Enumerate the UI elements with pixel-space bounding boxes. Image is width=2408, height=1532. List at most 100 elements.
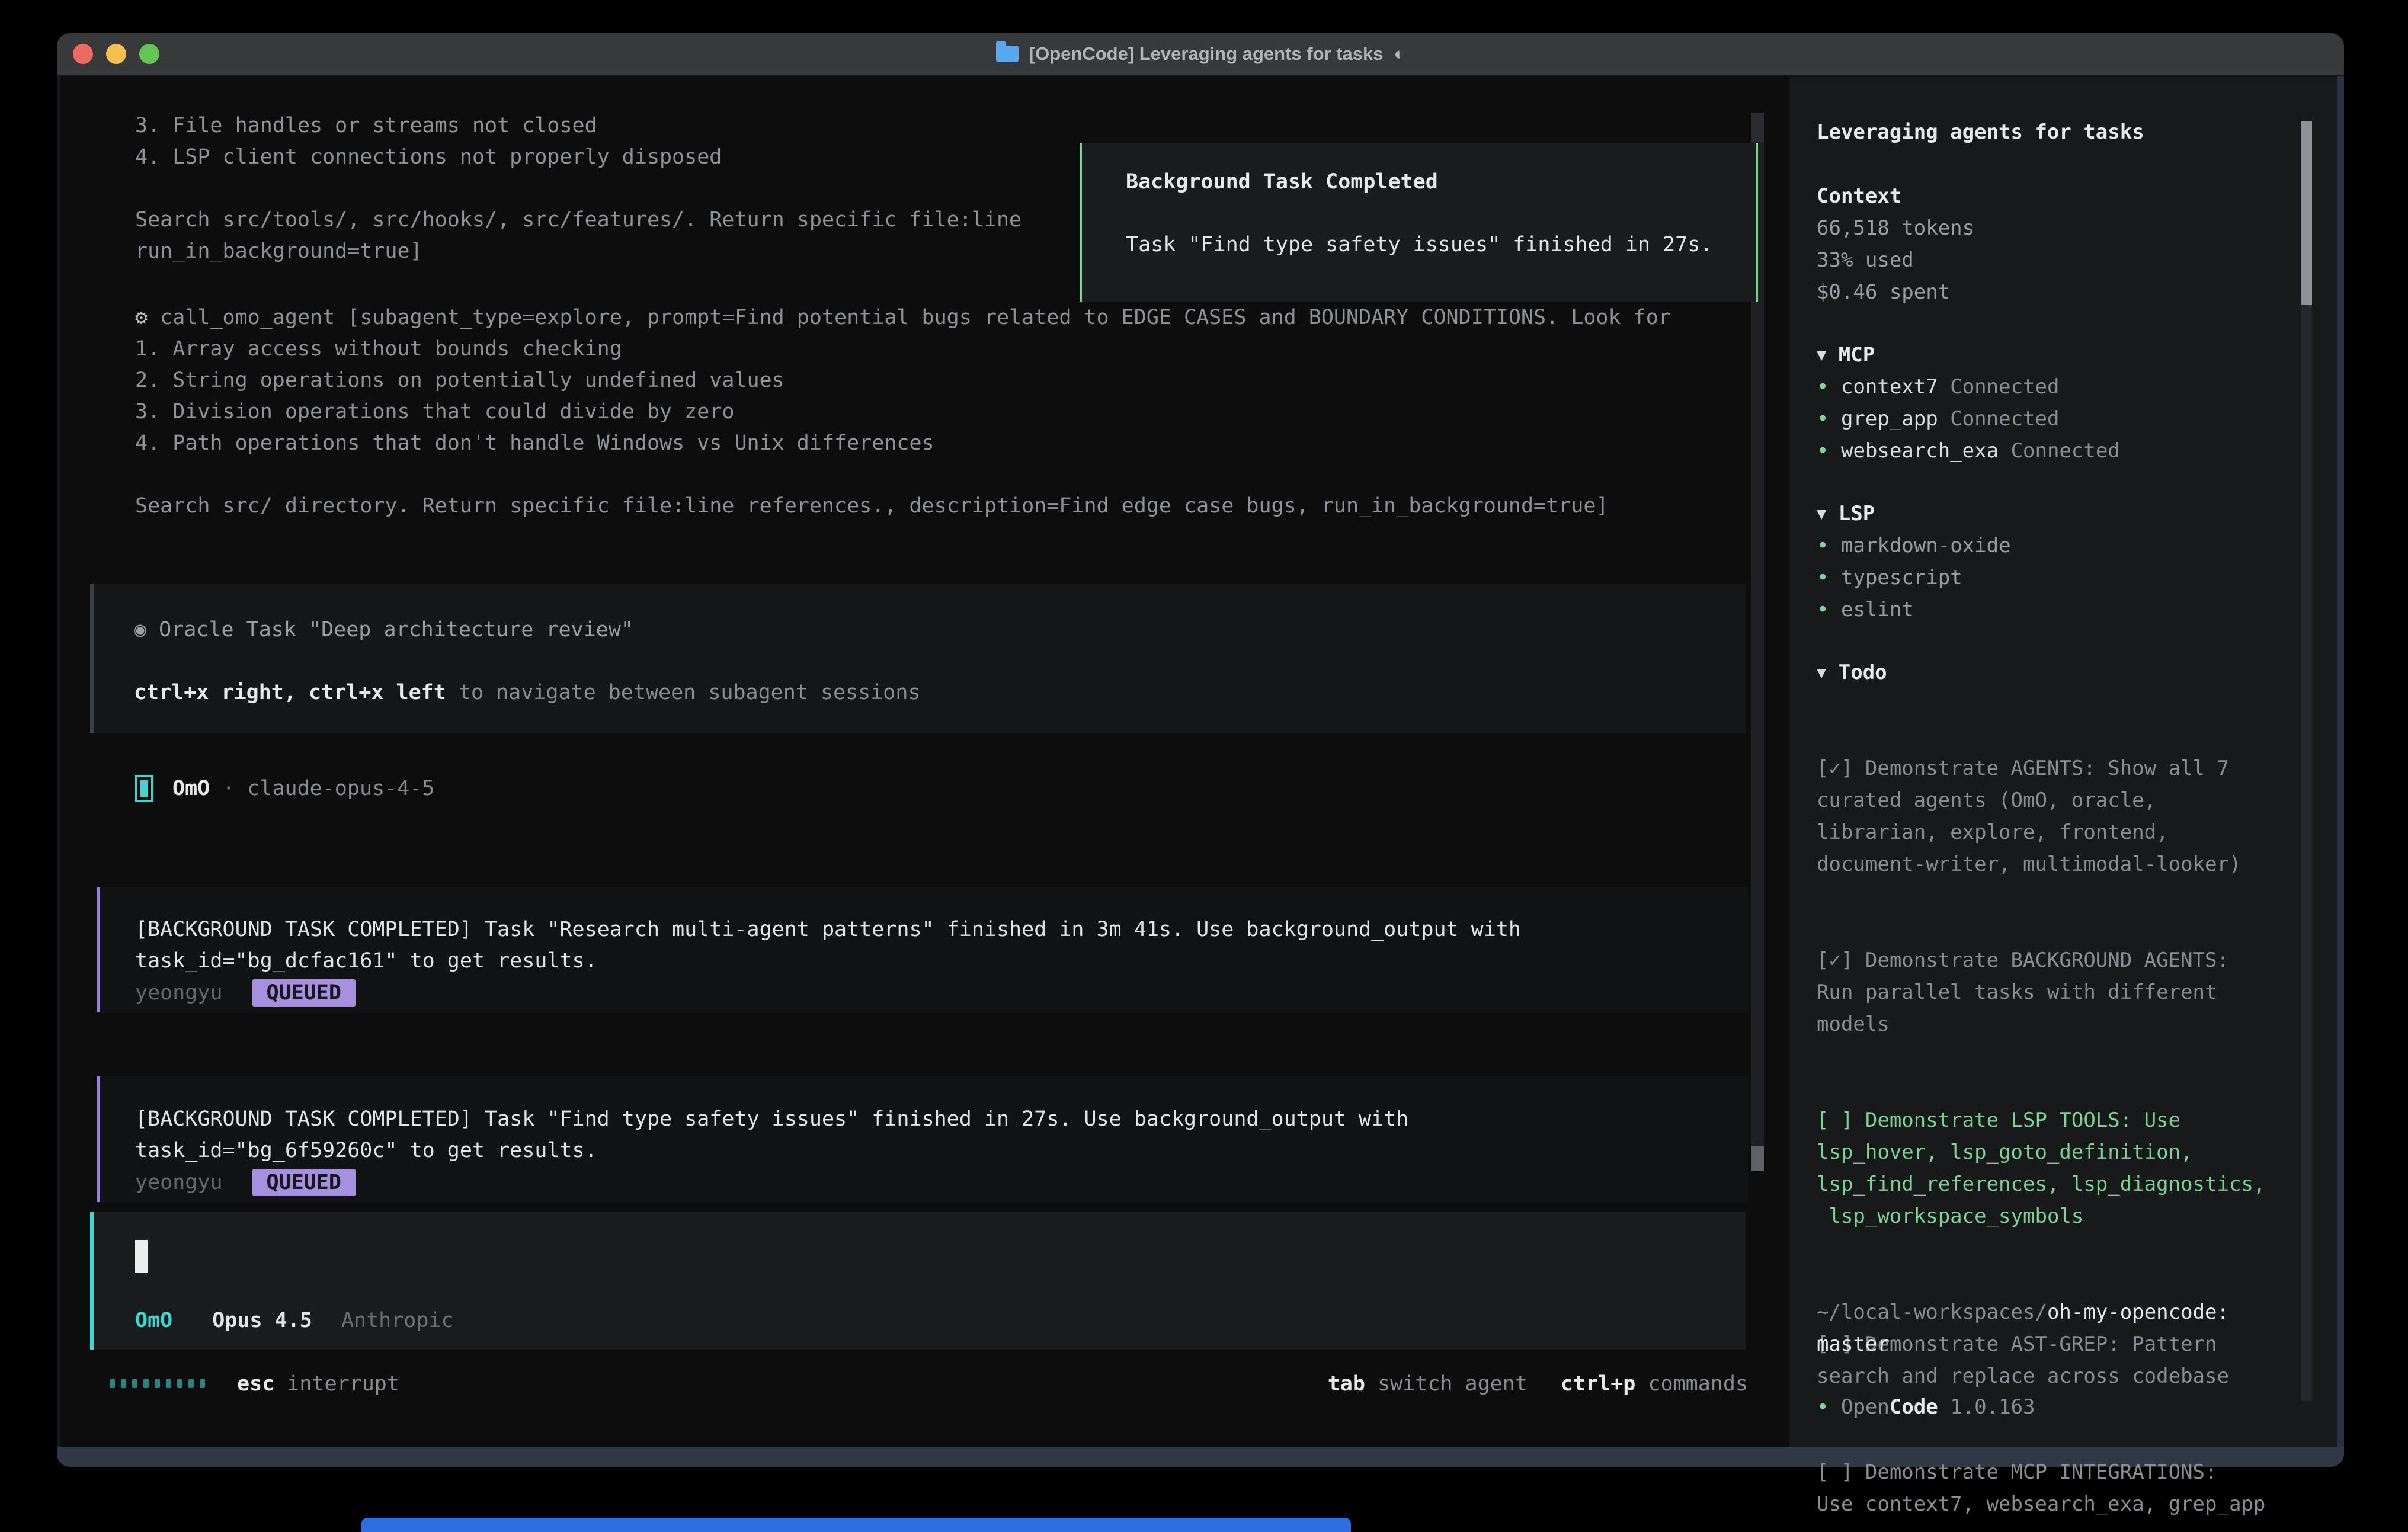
prompt-input[interactable]: OmO Opus 4.5 Anthropic <box>90 1212 1746 1350</box>
lsp-section-header[interactable]: ▼ LSP <box>1817 498 1875 531</box>
tool-call-line: 3. Division operations that could divide… <box>135 396 1671 428</box>
mcp-item: • context7 Connected <box>1817 371 2059 403</box>
composer-agent: OmO <box>135 1309 172 1332</box>
chevron-down-icon: ▼ <box>1817 339 1826 371</box>
tool-call-line: 1. Array access without bounds checking <box>135 334 1671 365</box>
background-task-toast[interactable]: Background Task Completed Task "Find typ… <box>1080 143 1758 302</box>
status-dot-icon: • <box>1817 534 1829 557</box>
status-dot-icon: • <box>1817 407 1829 431</box>
window-title-text: [OpenCode] Leveraging agents for tasks <box>1029 43 1384 65</box>
tool-call-header-text: call_omo_agent [subagent_type=explore, p… <box>160 306 1671 329</box>
radio-icon: ◉ <box>134 618 146 642</box>
hint-interrupt: esc interrupt <box>237 1372 399 1396</box>
context-used: 33% used <box>1817 244 1914 276</box>
composer-model: Opus 4.5 <box>212 1309 312 1332</box>
sidebar-scrollbar-thumb[interactable] <box>2301 121 2312 305</box>
lsp-item: • typescript <box>1817 562 1962 594</box>
close-button[interactable] <box>73 44 93 64</box>
agent-name: OmO <box>172 777 210 800</box>
workspace-path: ~/local-workspaces/oh-my-opencode: <box>1817 1296 2229 1328</box>
background-task-message: [BACKGROUND TASK COMPLETED] Task "Resear… <box>97 887 1748 1012</box>
agent-square-icon <box>135 775 153 802</box>
hint-commands: ctrl+p commands <box>1561 1372 1748 1396</box>
chat-scrollbar-thumb[interactable] <box>1751 1146 1764 1171</box>
tool-call-line: 4. Path operations that don't handle Win… <box>135 428 1671 459</box>
chevron-down-icon: ▼ <box>1817 498 1826 530</box>
session-sidebar: Leveraging agents for tasks Context 66,5… <box>1789 77 2337 1447</box>
traffic-lights <box>73 44 159 64</box>
status-dot-icon: • <box>1817 1395 1829 1419</box>
desktop: [OpenCode] Leveraging agents for tasks ◐… <box>0 0 2408 1532</box>
tool-call-block: ⚙ call_omo_agent [subagent_type=explore,… <box>135 302 1671 522</box>
composer-status-row: OmO Opus 4.5 Anthropic <box>135 1305 454 1337</box>
app-version-row: • OpenCode 1.0.163 <box>1817 1391 2035 1423</box>
mcp-section-header[interactable]: ▼ MCP <box>1817 339 1875 373</box>
chat-scrollbar-top-cap <box>1751 113 1764 142</box>
transcript-line: 3. File handles or streams not closed <box>135 110 1022 142</box>
session-state-icon: ◐ <box>1394 43 1405 65</box>
workspace-branch: master <box>1817 1328 1890 1360</box>
background-task-message: [BACKGROUND TASK COMPLETED] Task "Find t… <box>97 1076 1748 1202</box>
mcp-item: • websearch_exa Connected <box>1817 435 2120 467</box>
todo-item-pending: [ ] Demonstrate AST-GREP: Pattern search… <box>1817 1328 2326 1392</box>
separator-dot: · <box>222 777 235 800</box>
status-badge: QUEUED <box>252 1169 356 1196</box>
sidebar-scrollbar[interactable] <box>2301 121 2312 1401</box>
app-version: 1.0.163 <box>1950 1395 2035 1419</box>
tool-call-header: ⚙ call_omo_agent [subagent_type=explore,… <box>135 302 1671 334</box>
agent-model: claude-opus-4-5 <box>247 777 434 800</box>
todo-item-done: [✓] Demonstrate AGENTS: Show all 7 curat… <box>1817 752 2326 880</box>
oracle-task-title: ◉ Oracle Task "Deep architecture review" <box>134 614 1746 646</box>
window-frame-left <box>57 76 60 1447</box>
message-author: yeongyu <box>135 981 223 1005</box>
dock-window-strip[interactable] <box>361 1518 1351 1532</box>
transcript-line: Search src/tools/, src/hooks/, src/featu… <box>135 204 1022 236</box>
session-title: Leveraging agents for tasks <box>1817 116 2144 148</box>
transcript-line: run_in_background=true] <box>135 236 1022 267</box>
tool-call-line: Search src/ directory. Return specific f… <box>135 491 1671 522</box>
activity-dots <box>110 1379 205 1388</box>
status-bar: esc interrupt tab switch agent ctrl+p co… <box>110 1368 1748 1399</box>
transcript-scrollback: 3. File handles or streams not closed 4.… <box>135 110 1022 267</box>
status-dot-icon: • <box>1817 375 1829 399</box>
context-heading: Context <box>1817 180 1901 212</box>
message-author: yeongyu <box>135 1171 223 1194</box>
message-text: [BACKGROUND TASK COMPLETED] Task "Resear… <box>135 914 1748 946</box>
message-text: task_id="bg_6f59260c" to get results. <box>135 1135 1748 1166</box>
todo-item-done: [✓] Demonstrate BACKGROUND AGENTS: Run p… <box>1817 944 2326 1040</box>
hint-text: to navigate between subagent sessions <box>446 681 921 704</box>
oracle-task-panel: ◉ Oracle Task "Deep architecture review"… <box>90 584 1746 733</box>
hint-switch-agent: tab switch agent <box>1328 1372 1528 1396</box>
todo-item-active: [ ] Demonstrate LSP TOOLS: Use lsp_hover… <box>1817 1104 2326 1232</box>
lsp-item: • eslint <box>1817 594 1914 626</box>
folder-icon <box>996 46 1019 62</box>
status-dot-icon: • <box>1817 598 1829 621</box>
context-tokens: 66,518 tokens <box>1817 212 1974 244</box>
composer-provider: Anthropic <box>341 1309 454 1332</box>
hint-keys: ctrl+x right, ctrl+x left <box>134 681 446 704</box>
chevron-down-icon: ▼ <box>1817 657 1826 689</box>
tool-call-line: 2. String operations on potentially unde… <box>135 365 1671 396</box>
text-cursor <box>135 1240 148 1273</box>
tool-call-line <box>135 459 1671 491</box>
toast-title: Background Task Completed <box>1126 166 1756 198</box>
window-title: [OpenCode] Leveraging agents for tasks ◐ <box>57 43 2344 65</box>
zoom-button[interactable] <box>139 44 159 64</box>
gear-icon: ⚙ <box>135 306 148 329</box>
window-frame-right <box>2337 76 2344 1447</box>
todo-item-pending: [ ] Demonstrate MCP INTEGRATIONS: Use co… <box>1817 1456 2326 1520</box>
lsp-item: • markdown-oxide <box>1817 530 2011 562</box>
transcript-line: 4. LSP client connections not properly d… <box>135 142 1022 173</box>
message-text: [BACKGROUND TASK COMPLETED] Task "Find t… <box>135 1104 1748 1135</box>
toast-body: Task "Find type safety issues" finished … <box>1126 229 1756 261</box>
minimize-button[interactable] <box>106 44 126 64</box>
todo-section-header[interactable]: ▼ Todo <box>1817 656 1887 690</box>
agent-session-header: OmO · claude-opus-4-5 <box>135 773 434 804</box>
context-spent: $0.46 spent <box>1817 276 1950 308</box>
status-badge: QUEUED <box>252 979 356 1007</box>
status-dot-icon: • <box>1817 439 1829 463</box>
message-text: task_id="bg_dcfac161" to get results. <box>135 946 1748 977</box>
oracle-navigation-hint: ctrl+x right, ctrl+x left to navigate be… <box>134 677 1746 709</box>
mcp-item: • grep_app Connected <box>1817 403 2059 435</box>
window-titlebar[interactable]: [OpenCode] Leveraging agents for tasks ◐ <box>57 33 2344 76</box>
